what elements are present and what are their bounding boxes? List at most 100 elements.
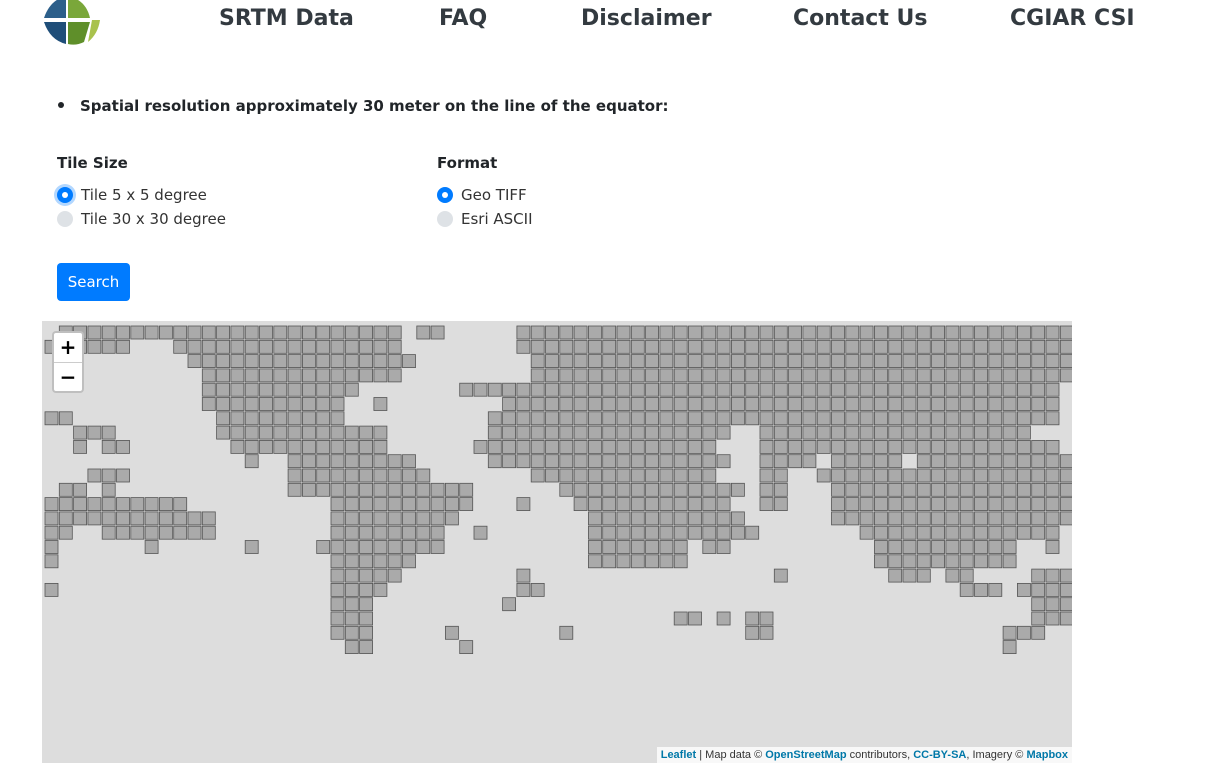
srtm-tile[interactable]	[816, 382, 831, 397]
srtm-tile[interactable]	[301, 339, 316, 354]
srtm-tile[interactable]	[888, 511, 903, 526]
srtm-tile[interactable]	[316, 482, 331, 497]
srtm-tile[interactable]	[702, 497, 717, 512]
srtm-tile[interactable]	[359, 597, 374, 612]
srtm-tile[interactable]	[573, 382, 588, 397]
srtm-tile[interactable]	[545, 325, 559, 340]
srtm-tile[interactable]	[387, 454, 402, 469]
srtm-tile[interactable]	[330, 425, 345, 440]
srtm-tile[interactable]	[773, 382, 788, 397]
srtm-tile[interactable]	[1017, 368, 1031, 383]
srtm-tile[interactable]	[645, 397, 659, 411]
srtm-tile[interactable]	[516, 568, 531, 583]
srtm-tile[interactable]	[130, 511, 145, 526]
srtm-tile[interactable]	[459, 497, 474, 512]
srtm-tile[interactable]	[731, 325, 745, 340]
srtm-tile[interactable]	[831, 454, 845, 469]
srtm-tile[interactable]	[916, 325, 931, 340]
srtm-tile[interactable]	[959, 382, 974, 397]
srtm-tile[interactable]	[330, 397, 345, 411]
srtm-tile[interactable]	[58, 497, 73, 512]
srtm-tile[interactable]	[402, 482, 416, 497]
srtm-tile[interactable]	[731, 354, 745, 368]
srtm-tile[interactable]	[559, 482, 574, 497]
srtm-tile[interactable]	[330, 368, 345, 383]
srtm-tile[interactable]	[859, 454, 874, 469]
srtm-tile[interactable]	[845, 411, 860, 426]
srtm-tile[interactable]	[773, 368, 788, 383]
srtm-tile[interactable]	[659, 339, 674, 354]
srtm-tile[interactable]	[588, 497, 602, 512]
srtm-tile[interactable]	[588, 511, 602, 526]
srtm-tile[interactable]	[874, 339, 888, 354]
srtm-tile[interactable]	[588, 454, 602, 469]
srtm-tile[interactable]	[831, 339, 845, 354]
srtm-tile[interactable]	[773, 440, 788, 454]
srtm-tile[interactable]	[773, 354, 788, 368]
srtm-tile[interactable]	[287, 339, 302, 354]
zoom-out-button[interactable]: −	[54, 363, 82, 392]
srtm-tile[interactable]	[573, 397, 588, 411]
srtm-tile[interactable]	[530, 354, 545, 368]
srtm-tile[interactable]	[330, 411, 345, 426]
srtm-tile[interactable]	[402, 525, 416, 540]
srtm-tile[interactable]	[988, 540, 1003, 554]
srtm-tile[interactable]	[902, 382, 917, 397]
srtm-tile[interactable]	[731, 397, 745, 411]
srtm-tile[interactable]	[888, 382, 903, 397]
srtm-tile[interactable]	[673, 354, 688, 368]
srtm-tile[interactable]	[673, 482, 688, 497]
srtm-tile[interactable]	[688, 382, 702, 397]
srtm-tile[interactable]	[988, 440, 1003, 454]
srtm-tile[interactable]	[287, 325, 302, 340]
srtm-tile[interactable]	[816, 425, 831, 440]
srtm-tile[interactable]	[588, 468, 602, 483]
srtm-tile[interactable]	[588, 411, 602, 426]
srtm-tile[interactable]	[1002, 625, 1017, 640]
srtm-tile[interactable]	[273, 325, 288, 340]
srtm-tile[interactable]	[716, 411, 731, 426]
srtm-tile[interactable]	[916, 525, 931, 540]
srtm-tile[interactable]	[344, 468, 359, 483]
srtm-tile[interactable]	[688, 325, 702, 340]
srtm-tile[interactable]	[387, 540, 402, 554]
srtm-tile[interactable]	[130, 325, 145, 340]
srtm-tile[interactable]	[902, 540, 917, 554]
srtm-tile[interactable]	[201, 368, 216, 383]
srtm-tile[interactable]	[1045, 382, 1060, 397]
srtm-tile[interactable]	[816, 440, 831, 454]
srtm-tile[interactable]	[1002, 540, 1017, 554]
srtm-tile[interactable]	[645, 554, 659, 569]
srtm-tile[interactable]	[688, 454, 702, 469]
srtm-tile[interactable]	[702, 411, 717, 426]
srtm-tile[interactable]	[344, 525, 359, 540]
srtm-tile[interactable]	[731, 368, 745, 383]
srtm-tile[interactable]	[688, 440, 702, 454]
srtm-tile[interactable]	[931, 497, 945, 512]
srtm-tile[interactable]	[859, 339, 874, 354]
srtm-tile[interactable]	[344, 425, 359, 440]
srtm-tile[interactable]	[759, 325, 774, 340]
srtm-tile[interactable]	[745, 525, 760, 540]
srtm-tile[interactable]	[731, 382, 745, 397]
srtm-tile[interactable]	[931, 411, 945, 426]
srtm-tile[interactable]	[931, 525, 945, 540]
srtm-tile[interactable]	[945, 339, 960, 354]
srtm-tile[interactable]	[902, 511, 917, 526]
srtm-tile[interactable]	[688, 482, 702, 497]
srtm-tile[interactable]	[402, 468, 416, 483]
srtm-tile[interactable]	[259, 354, 273, 368]
srtm-tile[interactable]	[530, 425, 545, 440]
srtm-tile[interactable]	[144, 540, 159, 554]
srtm-tile[interactable]	[316, 368, 331, 383]
srtm-tile[interactable]	[301, 411, 316, 426]
srtm-tile[interactable]	[702, 425, 717, 440]
srtm-tile[interactable]	[1059, 325, 1072, 340]
srtm-tile[interactable]	[559, 454, 574, 469]
srtm-tile[interactable]	[1017, 497, 1031, 512]
srtm-tile[interactable]	[874, 411, 888, 426]
srtm-tile[interactable]	[745, 397, 760, 411]
srtm-tile[interactable]	[545, 468, 559, 483]
srtm-tile[interactable]	[230, 368, 245, 383]
srtm-tile[interactable]	[502, 382, 517, 397]
